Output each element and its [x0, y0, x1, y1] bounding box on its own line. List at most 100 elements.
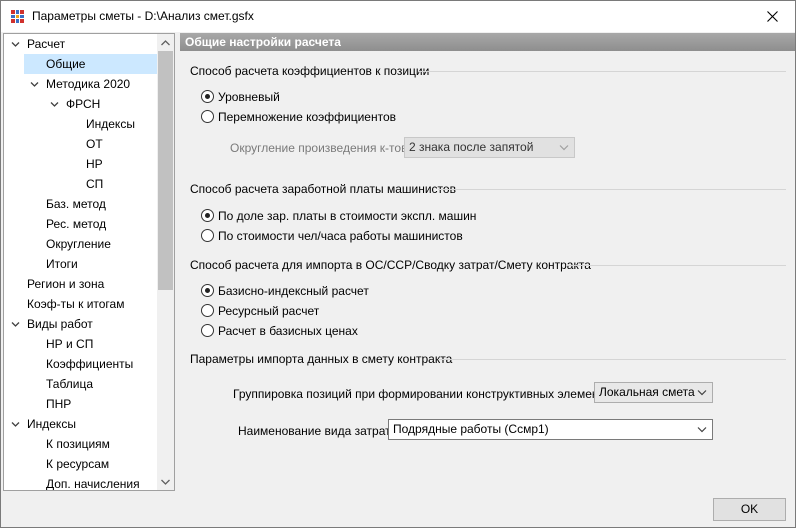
expand-arrow-icon[interactable] — [11, 40, 20, 49]
tree-item[interactable]: СП — [4, 174, 159, 194]
scroll-up-button[interactable] — [157, 34, 174, 51]
ok-button[interactable]: OK — [713, 498, 786, 521]
tree-item[interactable]: Коэф-ты к итогам — [4, 294, 159, 314]
tree-item-label: Методика 2020 — [46, 77, 131, 91]
radio-import-0[interactable]: Базисно-индексный расчет — [201, 283, 401, 299]
radio-label: По стоимости чел/часа работы машинистов — [218, 229, 463, 243]
tree-item[interactable]: Методика 2020 — [4, 74, 159, 94]
rounding-select-value: 2 знака после запятой — [409, 140, 534, 154]
tree-item-label: Регион и зона — [27, 277, 105, 291]
tree-item[interactable]: Виды работ — [4, 314, 159, 334]
tree-item-label: Индексы — [86, 117, 135, 131]
tree-item[interactable]: ОТ — [4, 134, 159, 154]
group-divider — [418, 71, 786, 72]
group-divider — [438, 359, 786, 360]
tree-item-label: Доп. начисления — [46, 477, 140, 491]
tree-item[interactable]: Округление — [4, 234, 159, 254]
radio-label: Расчет в базисных ценах — [218, 324, 358, 338]
chevron-down-icon — [697, 390, 707, 396]
radio-dot — [205, 94, 210, 99]
expand-arrow-icon[interactable] — [30, 80, 39, 89]
radio-circle — [201, 284, 214, 297]
tree-item-label: ОТ — [86, 137, 103, 151]
rounding-label: Округление произведения к-тов: — [230, 141, 411, 155]
group-title-contract: Параметры импорта данных в смету контрак… — [190, 352, 453, 366]
group-title-wages: Способ расчета заработной платы машинист… — [190, 182, 456, 196]
radio-label: Перемножение коэффициентов — [218, 110, 397, 124]
tree-item[interactable]: Регион и зона — [4, 274, 159, 294]
tree-item[interactable]: ПНР — [4, 394, 159, 414]
window-title: Параметры сметы - D:\Анализ смет.gsfx — [32, 9, 254, 23]
cost-type-select[interactable]: Подрядные работы (Ссмр1) — [388, 419, 713, 440]
group-title-coefficients: Способ расчета коэффициентов к позиции — [190, 64, 430, 78]
group-divider — [566, 265, 786, 266]
grouping-select-value: Локальная смета — [599, 385, 695, 399]
tree-item-label: К позициям — [46, 437, 110, 451]
scroll-down-button[interactable] — [157, 473, 174, 490]
tree-item[interactable]: Расчет — [4, 34, 159, 54]
close-icon — [766, 11, 778, 22]
tree-item-label: Таблица — [46, 377, 94, 391]
radio-wages-0[interactable]: По доле зар. платы в стоимости экспл. ма… — [201, 208, 501, 224]
tree-item[interactable]: Баз. метод — [4, 194, 159, 214]
radio-label: Ресурсный расчет — [218, 304, 320, 318]
chevron-up-icon — [161, 39, 170, 45]
tree-item[interactable]: Индексы — [4, 114, 159, 134]
tree-item[interactable]: НР — [4, 154, 159, 174]
tree-item-label: ФРСН — [66, 97, 101, 111]
radio-label: Уровневый — [218, 90, 280, 104]
expand-arrow-icon[interactable] — [11, 320, 20, 329]
panel-header: Общие настройки расчета — [180, 33, 795, 51]
scroll-thumb[interactable] — [158, 51, 173, 290]
radio-wages-1[interactable]: По стоимости чел/часа работы машинистов — [201, 228, 501, 244]
radio-circle — [201, 110, 214, 123]
group-divider — [438, 189, 786, 190]
expand-arrow-icon[interactable] — [50, 100, 59, 109]
tree-item-label: СП — [86, 177, 104, 191]
tree-item-label: К ресурсам — [46, 457, 110, 471]
expand-arrow-icon[interactable] — [11, 420, 20, 429]
tree-item[interactable]: Таблица — [4, 374, 159, 394]
tree-scrollbar[interactable] — [157, 34, 174, 490]
radio-circle — [201, 90, 214, 103]
tree-item-label: Индексы — [27, 417, 76, 431]
radio-import-2[interactable]: Расчет в базисных ценах — [201, 323, 401, 339]
tree-item[interactable]: Индексы — [4, 414, 159, 434]
tree-item-label: ПНР — [46, 397, 72, 411]
grouping-label: Группировка позиций при формировании кон… — [233, 387, 621, 401]
tree-item[interactable]: Коэффициенты — [4, 354, 159, 374]
title-bar: Параметры сметы - D:\Анализ смет.gsfx — [1, 1, 795, 32]
tree-item[interactable]: Доп. начисления — [4, 474, 159, 491]
tree-item-label: Рес. метод — [46, 217, 107, 231]
grouping-select[interactable]: Локальная смета — [594, 382, 713, 403]
radio-circle — [201, 304, 214, 317]
tree-item[interactable]: Итоги — [4, 254, 159, 274]
tree-item[interactable]: К ресурсам — [4, 454, 159, 474]
cost-type-label: Наименование вида затрат: — [238, 424, 394, 438]
tree-item[interactable]: Рес. метод — [4, 214, 159, 234]
tree-item[interactable]: НР и СП — [4, 334, 159, 354]
app-icon — [10, 9, 25, 24]
radio-label: По доле зар. платы в стоимости экспл. ма… — [218, 209, 477, 223]
tree-item-label: Баз. метод — [46, 197, 106, 211]
cost-type-select-value: Подрядные работы (Ссмр1) — [393, 422, 549, 436]
rounding-select[interactable]: 2 знака после запятой — [404, 137, 575, 158]
tree-item-label: Коэффициенты — [46, 357, 134, 371]
radio-dot — [205, 213, 210, 218]
tree-item[interactable]: К позициям — [4, 434, 159, 454]
settings-tree[interactable]: Расчет Общие Методика 2020 ФРСН Индексы ОТ НР С… — [3, 33, 175, 491]
radio-circle — [201, 209, 214, 222]
radio-circle — [201, 229, 214, 242]
tree-item-label: Расчет — [27, 37, 66, 51]
button-bar: OK — [1, 492, 795, 527]
tree-item[interactable]: Общие — [24, 54, 159, 74]
radio-import-1[interactable]: Ресурсный расчет — [201, 303, 401, 319]
group-title-import: Способ расчета для импорта в ОС/ССР/Свод… — [190, 258, 591, 272]
tree-item-label: НР и СП — [46, 337, 94, 351]
chevron-down-icon — [697, 427, 707, 433]
radio-coef-0[interactable]: Уровневый — [201, 89, 401, 105]
close-button[interactable] — [749, 1, 795, 32]
tree-item[interactable]: ФРСН — [4, 94, 159, 114]
tree-item-label: Виды работ — [27, 317, 93, 331]
radio-coef-1[interactable]: Перемножение коэффициентов — [201, 109, 401, 125]
